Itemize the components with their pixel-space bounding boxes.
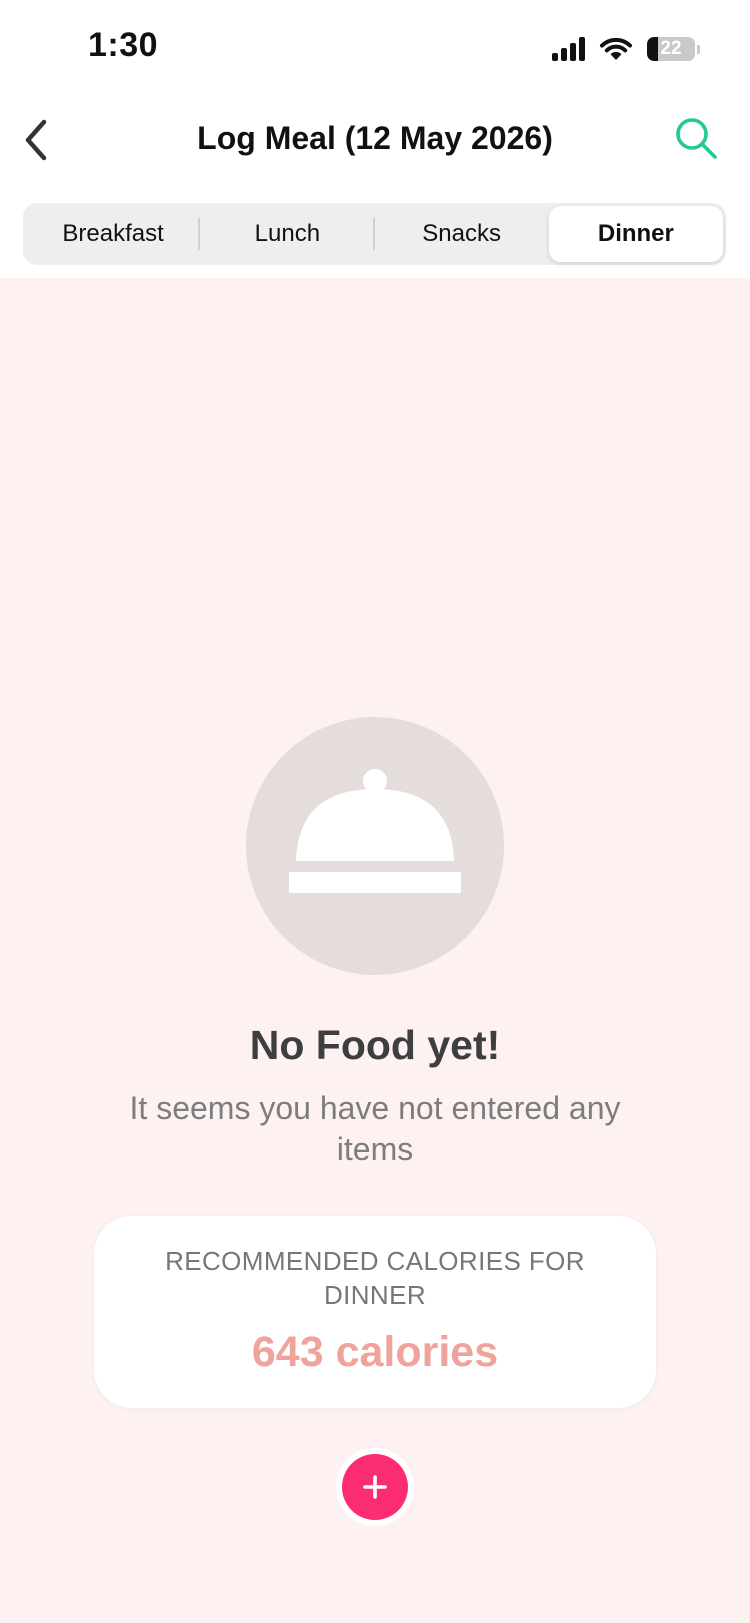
- status-bar: 1:30 22: [0, 0, 750, 100]
- search-button[interactable]: [666, 108, 726, 168]
- food-cloche-icon: [289, 769, 461, 893]
- empty-state-subtitle: It seems you have not entered any items: [129, 1090, 621, 1167]
- meal-type-segmented-control: Breakfast Lunch Snacks Dinner: [23, 203, 726, 265]
- plus-icon: [363, 1475, 387, 1499]
- add-button-ring: [336, 1448, 414, 1526]
- empty-state-illustration: [246, 717, 504, 975]
- chevron-left-icon: [25, 119, 47, 161]
- search-icon: [676, 118, 717, 159]
- recommended-calories-card: RECOMMENDED CALORIES FOR DINNER 643 calo…: [94, 1216, 656, 1408]
- battery-tip: [697, 44, 700, 54]
- recommended-calories-value: 643 calories: [251, 1328, 499, 1376]
- tab-snacks[interactable]: Snacks: [375, 206, 549, 262]
- status-time: 1:30: [88, 26, 159, 64]
- empty-state-title: No Food yet!: [249, 1022, 501, 1068]
- wifi-icon: [600, 37, 632, 60]
- back-button[interactable]: [8, 112, 64, 168]
- navigation-bar: Log Meal (12 May 2026): [0, 100, 750, 190]
- status-icons: 22: [552, 34, 700, 64]
- tab-breakfast[interactable]: Breakfast: [26, 206, 201, 262]
- battery-percent: 22: [660, 38, 682, 59]
- add-food-button[interactable]: [342, 1454, 408, 1520]
- tab-dinner[interactable]: Dinner: [548, 206, 723, 262]
- meal-content-area: No Food yet! It seems you have not enter…: [0, 278, 750, 1623]
- page-title: Log Meal (12 May 2026): [197, 120, 553, 156]
- cellular-signal-icon: [552, 37, 585, 61]
- recommended-calories-label: RECOMMENDED CALORIES FOR DINNER: [165, 1246, 585, 1310]
- tab-lunch[interactable]: Lunch: [200, 206, 375, 262]
- battery-icon: 22: [647, 37, 695, 61]
